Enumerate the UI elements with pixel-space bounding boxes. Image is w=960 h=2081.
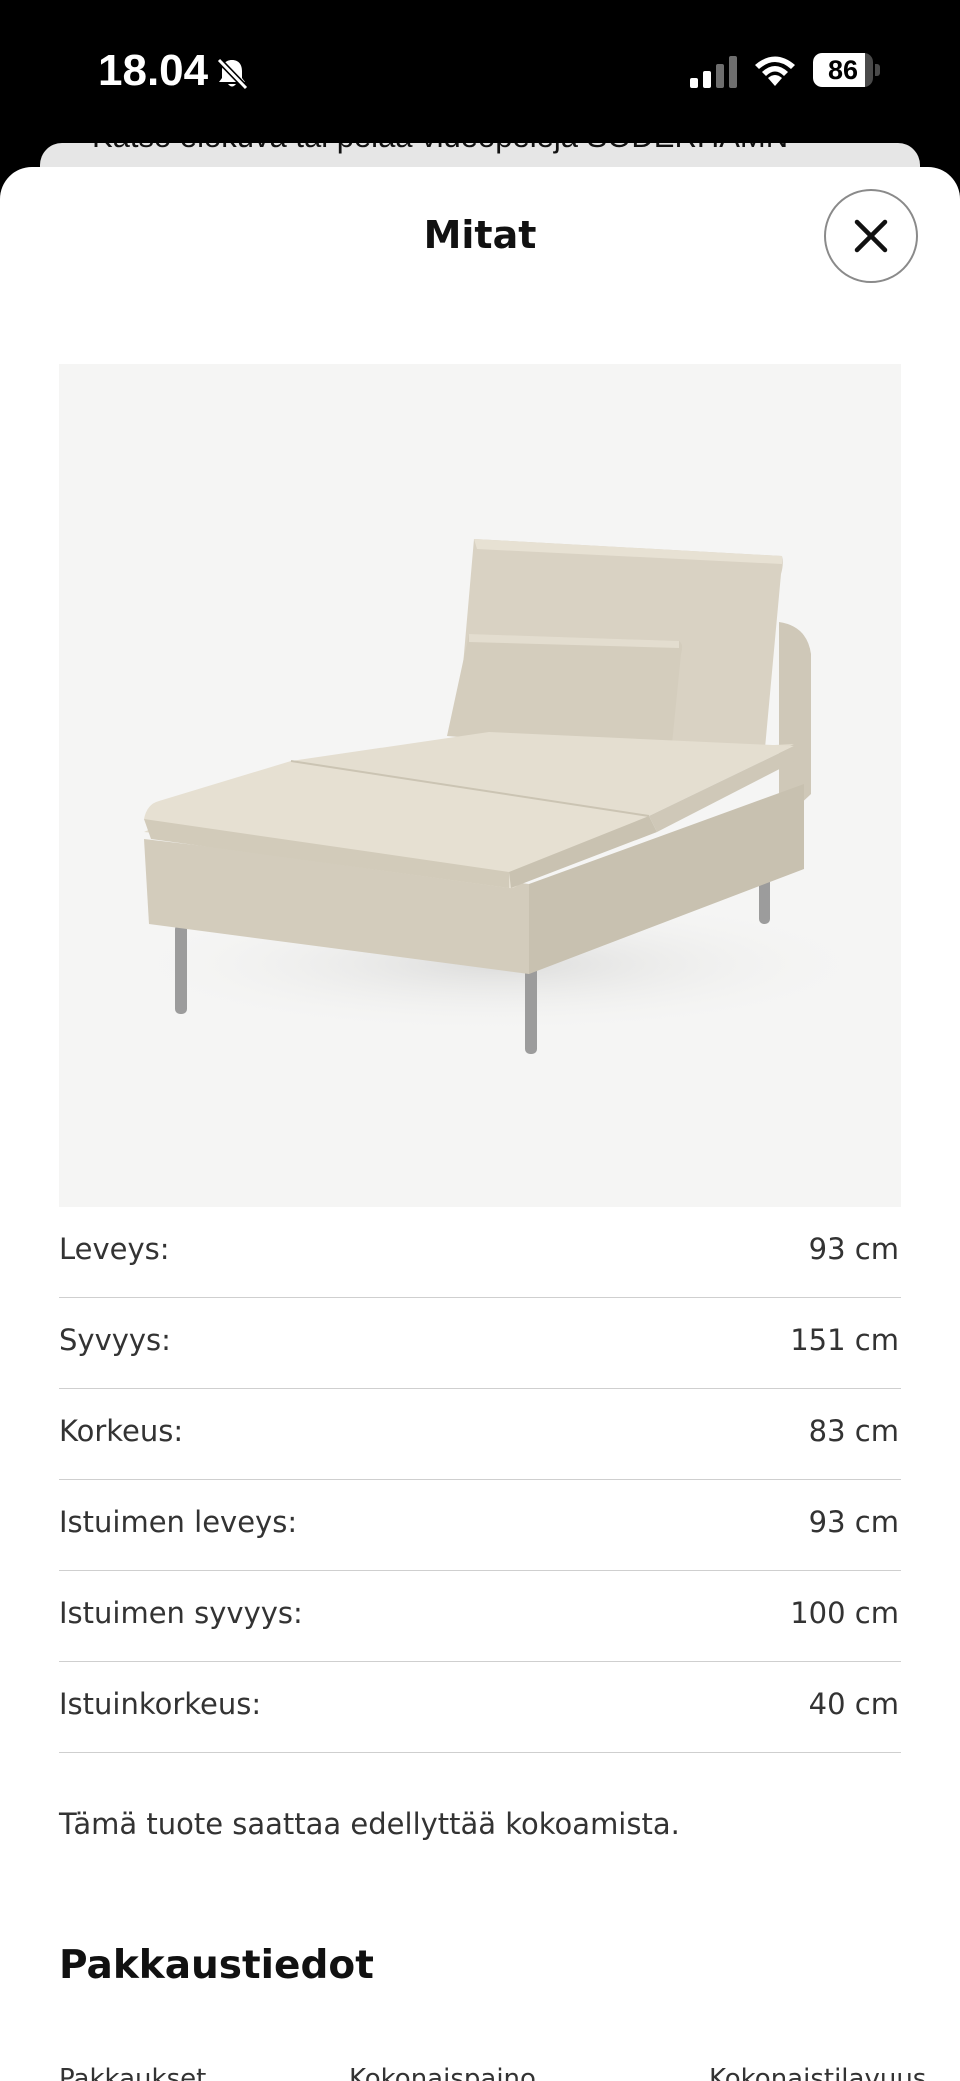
dimension-row: Syvyys: 151 cm	[59, 1298, 901, 1389]
dimension-row: Istuimen leveys: 93 cm	[59, 1480, 901, 1571]
dimension-value: 40 cm	[808, 1687, 899, 1721]
close-button[interactable]	[824, 189, 918, 283]
dimension-value: 83 cm	[808, 1414, 899, 1448]
packaging-table-header: Pakkaukset Kokonaispaino Kokonaistilavuu…	[59, 2064, 959, 2081]
dimension-row: Istuimen syvyys: 100 cm	[59, 1571, 901, 1662]
dimension-value: 151 cm	[790, 1323, 899, 1357]
cellular-signal-icon	[690, 56, 737, 88]
packaging-col-packages: Pakkaukset	[59, 2064, 207, 2081]
dimension-label: Syvyys:	[59, 1323, 171, 1357]
status-time: 18.04	[98, 46, 209, 95]
battery-indicator: 86	[813, 53, 881, 89]
dimension-label: Istuimen leveys:	[59, 1505, 298, 1539]
sheet-title: Mitat	[423, 213, 537, 257]
dimension-label: Istuinkorkeus:	[59, 1687, 262, 1721]
background-sheet-text: Katso elokuva tai pelaa videopelejä SÖDE…	[92, 143, 788, 155]
dimension-row: Korkeus: 83 cm	[59, 1389, 901, 1480]
chaise-sofa-illustration	[119, 539, 879, 1054]
dimensions-list: Leveys: 93 cm Syvyys: 151 cm Korkeus: 83…	[59, 1207, 901, 1753]
dimension-value: 93 cm	[808, 1505, 899, 1539]
battery-percent: 86	[827, 55, 859, 85]
dimension-value: 100 cm	[790, 1596, 899, 1630]
assembly-note: Tämä tuote saattaa edellyttää kokoamista…	[59, 1807, 680, 1841]
close-icon	[854, 219, 888, 253]
dimension-row: Istuinkorkeus: 40 cm	[59, 1662, 901, 1753]
dimensions-sheet: Mitat Leveys: 93 cm Syvyys: 151 cm Korke…	[0, 167, 960, 2081]
dimension-row: Leveys: 93 cm	[59, 1207, 901, 1298]
product-image	[59, 364, 901, 1207]
dimension-label: Korkeus:	[59, 1414, 184, 1448]
dimension-label: Leveys:	[59, 1232, 170, 1266]
dimension-value: 93 cm	[808, 1232, 899, 1266]
bell-muted-icon	[216, 57, 249, 91]
battery-tip	[875, 64, 880, 76]
wifi-icon	[755, 56, 795, 86]
packaging-col-volume: Kokonaistilavuus	[709, 2064, 927, 2081]
battery-icon: 86	[813, 53, 873, 87]
packaging-title: Pakkaustiedot	[59, 1943, 374, 1988]
packaging-col-weight: Kokonaispaino	[349, 2064, 536, 2081]
dimension-label: Istuimen syvyys:	[59, 1596, 303, 1630]
status-bar: 18.04 86	[0, 0, 960, 145]
